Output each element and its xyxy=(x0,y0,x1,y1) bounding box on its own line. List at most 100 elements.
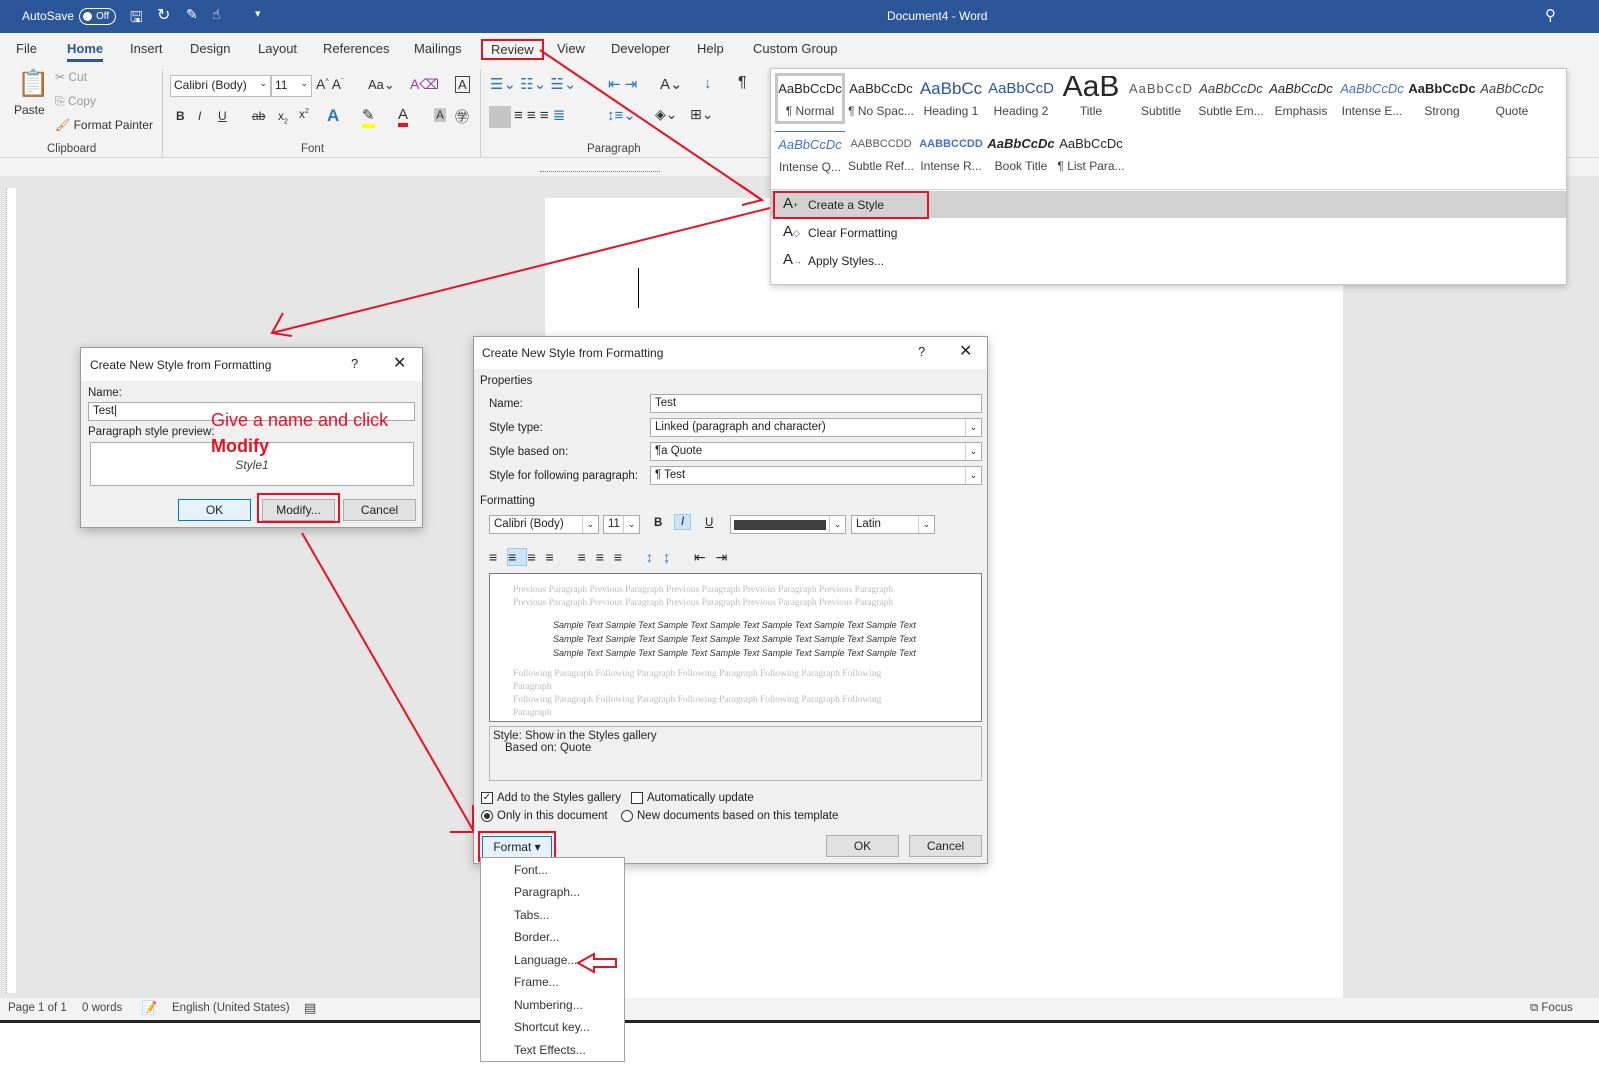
tab-insert[interactable]: Insert xyxy=(130,41,163,56)
bullets-icon[interactable]: ☰⌄ ☷⌄ ☱⌄ xyxy=(490,75,576,93)
tab-home[interactable]: Home xyxy=(67,41,104,62)
apply-styles-item[interactable]: A→ Apply Styles... xyxy=(771,247,1566,274)
superscript-icon[interactable]: x2 xyxy=(299,107,309,121)
tab-view[interactable]: View xyxy=(557,41,585,56)
word-count[interactable]: 0 words xyxy=(82,1002,122,1014)
help-button[interactable]: ? xyxy=(918,344,925,359)
customize-qat-icon[interactable]: ▾ xyxy=(255,7,261,20)
style-subtle-reference[interactable]: AABBCCDD Subtle Ref... xyxy=(846,131,916,173)
menu-font[interactable]: Font... xyxy=(514,863,548,877)
change-case-button[interactable]: Aa⌄ xyxy=(368,77,395,93)
style-subtle-emphasis[interactable]: AaBbCcDc Subtle Em... xyxy=(1196,76,1266,118)
shading-icon[interactable]: A xyxy=(434,108,447,122)
borders-icon[interactable]: ⊞⌄ xyxy=(690,106,713,123)
tab-help[interactable]: Help xyxy=(697,41,724,56)
font-size-box[interactable]: 11 ⌄ xyxy=(271,75,312,97)
style-heading-1[interactable]: AaBbCc Heading 1 xyxy=(916,76,986,118)
based-on-select[interactable]: ¶a Quote ⌄ xyxy=(650,442,982,461)
align-icons[interactable]: ≡ ≡ ≡ ≣ xyxy=(514,106,565,124)
auto-update-checkbox[interactable] xyxy=(631,792,643,804)
font-color-icon[interactable]: A xyxy=(398,106,409,127)
help-button[interactable]: ? xyxy=(351,356,358,371)
font-select[interactable]: Calibri (Body) ⌄ xyxy=(489,515,599,534)
ok-button[interactable]: OK xyxy=(178,499,251,521)
tab-developer[interactable]: Developer xyxy=(611,41,670,56)
clear-formatting-icon[interactable]: A⌫ xyxy=(410,76,439,93)
bold-button[interactable]: B xyxy=(654,517,662,529)
show-formatting-icon[interactable]: ¶ xyxy=(738,74,747,92)
menu-language[interactable]: Language... xyxy=(514,953,577,967)
ok-button[interactable]: OK xyxy=(826,835,899,857)
cancel-button[interactable]: Cancel xyxy=(343,499,416,521)
tab-references[interactable]: References xyxy=(323,41,389,56)
enclose-characters-icon[interactable]: ㊫ xyxy=(455,107,469,127)
autosave-toggle[interactable]: Off xyxy=(79,8,116,25)
name-input[interactable]: Test xyxy=(650,394,982,413)
size-select[interactable]: 11 ⌄ xyxy=(603,515,640,534)
paste-icon[interactable]: 📋 xyxy=(17,68,49,99)
line-spacing-icon[interactable]: ↕≡⌄ xyxy=(607,106,636,124)
strikethrough-icon[interactable]: ab xyxy=(252,109,265,123)
menu-numbering[interactable]: Numbering... xyxy=(514,998,583,1012)
search-icon[interactable]: ⚲ xyxy=(1545,6,1556,24)
new-documents-radio[interactable] xyxy=(621,810,633,822)
format-painter-button[interactable]: 🖌 Format Painter xyxy=(55,118,153,132)
touch-mode-icon[interactable]: ☝ xyxy=(212,6,221,23)
style-intense-quote[interactable]: AaBbCcDc Intense Q... xyxy=(775,131,845,174)
menu-tabs[interactable]: Tabs... xyxy=(514,908,549,922)
align-left-icon[interactable] xyxy=(489,106,511,128)
menu-border[interactable]: Border... xyxy=(514,930,559,944)
menu-frame[interactable]: Frame... xyxy=(514,975,559,989)
cut-button[interactable]: ✂ Cut xyxy=(55,70,87,84)
style-type-select[interactable]: Linked (paragraph and character) ⌄ xyxy=(650,418,982,437)
horizontal-ruler[interactable] xyxy=(540,164,660,172)
vertical-ruler[interactable] xyxy=(6,188,16,993)
redo-icon[interactable]: ↻ xyxy=(157,5,170,25)
font-color-select[interactable]: ⌄ xyxy=(730,515,846,534)
paragraph-shading-icon[interactable]: ◈⌄ xyxy=(655,106,678,123)
cancel-button[interactable]: Cancel xyxy=(909,835,982,857)
italic-button[interactable]: I xyxy=(198,109,201,123)
text-effects-icon[interactable]: A xyxy=(327,106,339,126)
text-direction-icon[interactable]: A⌄ xyxy=(660,75,683,93)
paste-button[interactable]: Paste xyxy=(14,103,45,117)
style-emphasis[interactable]: AaBbCcDc Emphasis xyxy=(1266,76,1336,118)
save-icon[interactable]: 🖫 xyxy=(130,7,143,32)
menu-shortcut-key[interactable]: Shortcut key... xyxy=(514,1020,590,1034)
tab-layout[interactable]: Layout xyxy=(258,41,297,56)
indent-icons[interactable]: ⇤ ⇥ xyxy=(608,75,637,93)
style-strong[interactable]: AaBbCcDc Strong xyxy=(1407,76,1477,118)
subscript-icon[interactable]: x2 xyxy=(278,109,288,125)
style-subtitle[interactable]: AaBbCcD Subtitle xyxy=(1126,76,1196,118)
underline-button[interactable]: U xyxy=(218,109,227,123)
highlight-icon[interactable]: ✎ xyxy=(362,106,375,128)
tab-file[interactable]: File xyxy=(16,41,37,56)
style-quote[interactable]: AaBbCcDc Quote xyxy=(1477,76,1547,118)
only-this-document-radio[interactable] xyxy=(481,810,493,822)
style-book-title[interactable]: AaBbCcDc Book Title xyxy=(986,131,1056,173)
style-list-paragraph[interactable]: AaBbCcDc ¶ List Para... xyxy=(1056,131,1126,173)
language-status[interactable]: English (United States) xyxy=(172,1002,290,1014)
add-to-gallery-checkbox[interactable]: ✓ xyxy=(481,792,493,804)
tab-mailings[interactable]: Mailings xyxy=(414,41,462,56)
bold-button[interactable]: B xyxy=(176,109,185,123)
tab-review[interactable]: Review xyxy=(481,39,544,60)
menu-text-effects[interactable]: Text Effects... xyxy=(514,1043,586,1057)
close-icon[interactable]: ✕ xyxy=(393,353,406,373)
style-intense-emphasis[interactable]: AaBbCcDc Intense E... xyxy=(1337,76,1407,118)
menu-paragraph[interactable]: Paragraph... xyxy=(514,885,580,899)
close-icon[interactable]: ✕ xyxy=(959,341,972,361)
grow-font-icon[interactable]: A^ Aˇ xyxy=(316,76,343,92)
copy-button[interactable]: ⎘ Copy xyxy=(55,94,96,109)
style-heading-2[interactable]: AaBbCcD Heading 2 xyxy=(986,76,1056,118)
style-no-spacing[interactable]: AaBbCcDc ¶ No Spac... xyxy=(846,76,916,118)
font-name-box[interactable]: Calibri (Body) ⌄ xyxy=(170,75,271,97)
italic-button[interactable]: I xyxy=(674,514,692,530)
following-select[interactable]: ¶ Test ⌄ xyxy=(650,466,982,485)
focus-button[interactable]: ⧉ Focus xyxy=(1530,1002,1573,1015)
underline-button[interactable]: U xyxy=(705,517,713,529)
proofing-icon[interactable]: 📝 xyxy=(141,1000,157,1016)
save-as-icon[interactable]: ✎ xyxy=(186,6,198,23)
script-select[interactable]: Latin ⌄ xyxy=(851,515,935,534)
sort-icon[interactable]: ↓ xyxy=(704,75,712,92)
